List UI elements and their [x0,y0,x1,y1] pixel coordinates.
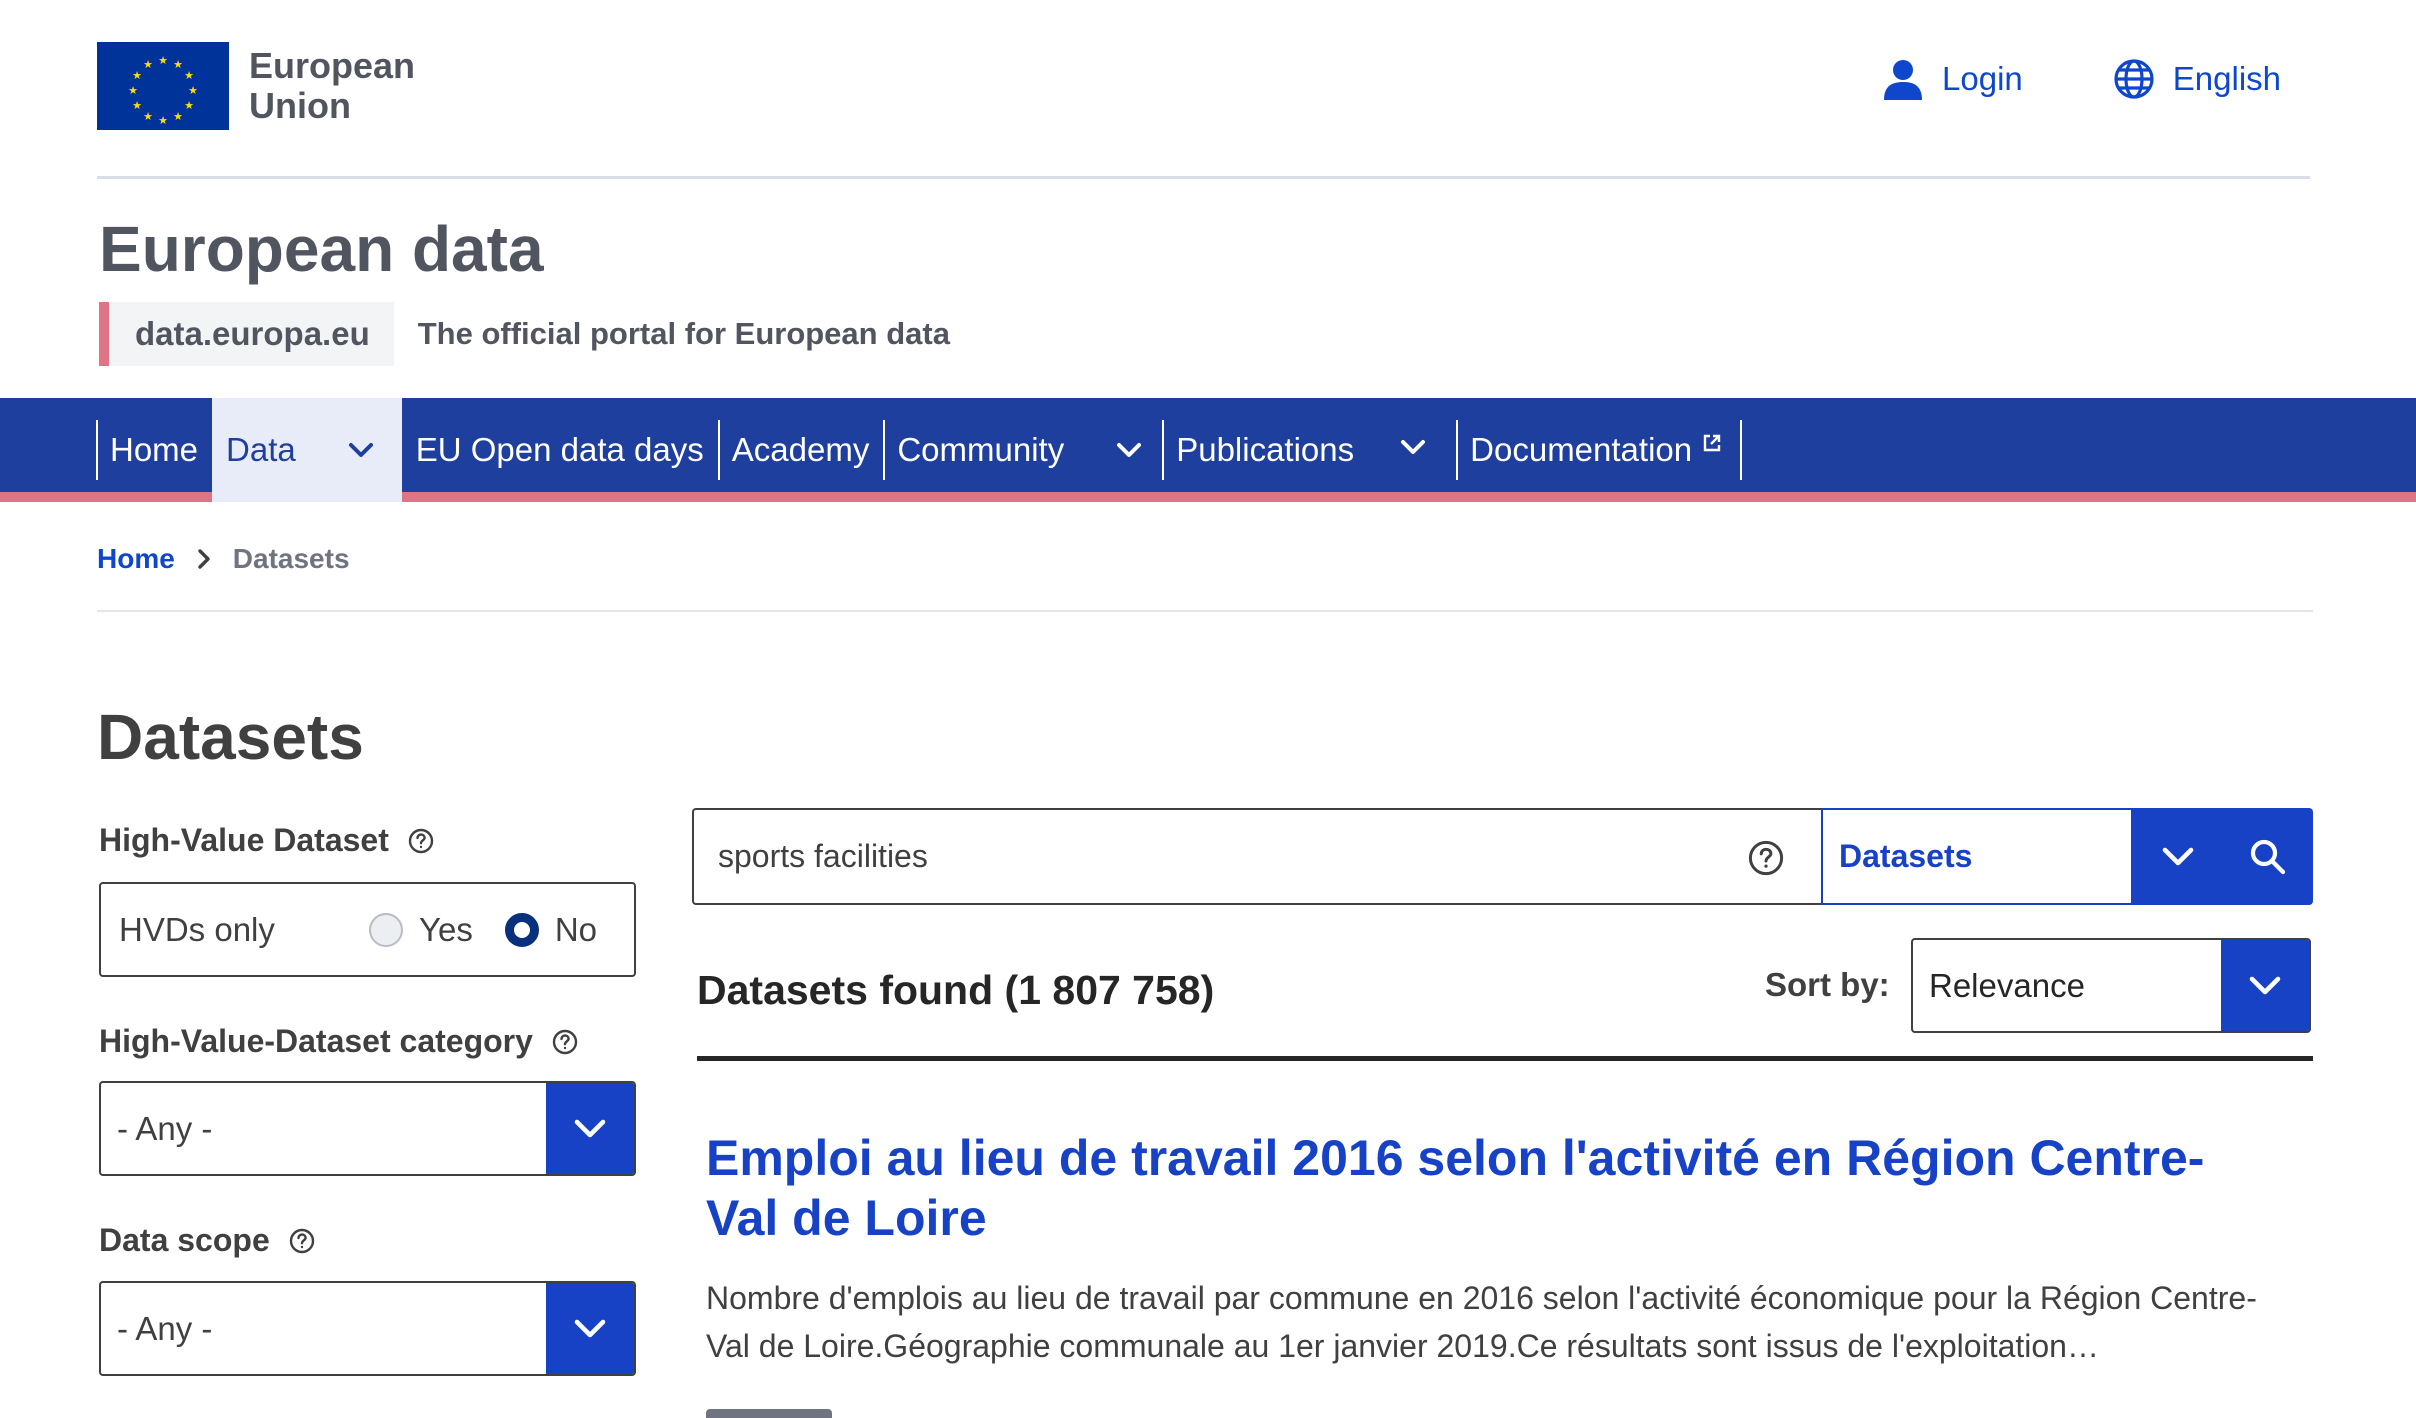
nav-item-publications[interactable]: Publications [1162,398,1456,502]
header-actions: Login English [1882,58,2281,100]
results-count: Datasets found (1 807 758) [697,967,1215,1013]
nav-item-data[interactable]: Data [212,398,402,502]
hvd-radio-yes[interactable]: Yes [369,911,473,949]
language-selector[interactable]: English [2113,58,2281,100]
radio-button-unchecked[interactable] [369,912,403,947]
main-navigation: Home Data EU Open data days Academy Comm… [0,398,2416,502]
chevron-down-icon [2162,847,2194,865]
external-link-icon [1703,434,1721,452]
page-title: Datasets [97,701,364,773]
nav-item-label: Documentation [1470,431,1693,468]
chevron-down-icon[interactable] [1116,442,1142,458]
language-label: English [2172,60,2281,97]
site-id-tag: data.europa.eu [99,302,394,366]
chevron-down-icon [574,1319,606,1337]
chevron-down-icon[interactable] [1400,439,1426,455]
chevron-down-icon[interactable] [348,442,374,458]
radio-button-checked[interactable] [504,912,539,947]
sort-select[interactable]: Relevance [1911,938,2311,1033]
nav-item-home[interactable]: Home [96,398,212,502]
breadcrumb: Home Datasets [97,543,350,575]
nav-item-label: Data [226,431,296,468]
hvd-category-select[interactable]: - Any - [99,1081,636,1176]
user-icon [1884,60,1923,100]
results-divider [697,1056,2313,1061]
chevron-down-icon [2249,976,2281,994]
breadcrumb-divider [97,610,2313,612]
hvd-filter-box: HVDs only Yes No [99,882,636,977]
header-divider [97,176,2310,179]
login-label: Login [1942,60,2023,97]
logo-line-2: Union [249,85,351,126]
radio-label-yes: Yes [419,910,473,948]
nav-item-documentation[interactable]: Documentation [1456,398,1743,502]
result-title-link[interactable]: Emploi au lieu de travail 2016 selon l'a… [706,1128,2266,1248]
help-icon[interactable] [407,827,435,855]
search-query: sports facilities [718,838,928,874]
hvd-category-dropdown-button[interactable] [546,1083,634,1174]
result-description: Nombre d'emplois au lieu de travail par … [706,1280,2257,1364]
search-scope-dropdown-button[interactable] [2133,808,2223,905]
site-identification: data.europa.eu The official portal for E… [99,302,950,366]
hvd-filter-label: High-Value Dataset [99,822,435,859]
data-scope-label-text: Data scope [99,1222,270,1258]
nav-item-label: Community [897,431,1065,468]
data-scope-dropdown-button[interactable] [546,1283,634,1374]
search-bar: sports facilities Datasets [692,808,2313,905]
nav-item-label: Home [110,431,199,468]
nav-list: Home Data EU Open data days Academy Comm… [96,398,1743,502]
breadcrumb-current: Datasets [232,543,350,574]
globe-icon [2114,59,2154,99]
nav-item-eu-open-data-days[interactable]: EU Open data days [402,398,718,502]
hvd-radio-no[interactable]: No [504,910,598,949]
site-tagline: The official portal for European data [417,316,950,351]
help-icon[interactable] [1747,839,1785,877]
hvd-category-filter-label: High-Value-Dataset category [99,1023,579,1060]
hvd-filter-label-text: High-Value Dataset [99,822,389,858]
help-icon[interactable] [551,1028,579,1056]
site-title: European data [99,213,544,285]
hvd-only-label: HVDs only [119,910,275,948]
search-scope-value: Datasets [1839,838,1973,874]
nav-item-label: Publications [1176,431,1355,468]
sort-dropdown-button[interactable] [2221,940,2309,1031]
login-link[interactable]: Login [1882,58,2023,100]
breadcrumb-home-link[interactable]: Home [97,543,175,575]
hvd-category-label-text: High-Value-Dataset category [99,1023,533,1059]
nav-item-academy[interactable]: Academy [717,398,884,502]
nav-item-label: Academy [731,431,870,468]
radio-label-no: No [554,910,598,948]
search-input[interactable]: sports facilities [692,808,1821,905]
sort-value: Relevance [1929,966,2085,1004]
eu-flag-icon: ★ ★ ★ ★ ★ ★ ★ ★ ★ ★ ★ ★ [97,42,229,130]
eu-logo[interactable]: ★ ★ ★ ★ ★ ★ ★ ★ ★ ★ ★ ★ European Union [97,42,415,130]
result-format-badge[interactable] [706,1409,832,1418]
site-header: ★ ★ ★ ★ ★ ★ ★ ★ ★ ★ ★ ★ European Union L… [0,0,2416,400]
data-scope-value: - Any - [117,1309,213,1347]
breadcrumb-separator-icon [197,548,211,570]
search-icon [2250,839,2286,874]
hvd-category-value: - Any - [117,1109,213,1147]
data-scope-filter-label: Data scope [99,1222,316,1259]
eu-logo-text: European Union [249,46,415,126]
nav-item-community[interactable]: Community [883,398,1162,502]
help-icon[interactable] [288,1227,316,1255]
search-scope-select[interactable]: Datasets [1821,808,2133,905]
nav-item-label: EU Open data days [415,431,704,468]
data-scope-select[interactable]: - Any - [99,1281,636,1376]
logo-line-1: European [249,45,416,86]
sort-label: Sort by: [1765,966,1890,1003]
search-button[interactable] [2223,808,2313,905]
chevron-down-icon [574,1119,606,1137]
